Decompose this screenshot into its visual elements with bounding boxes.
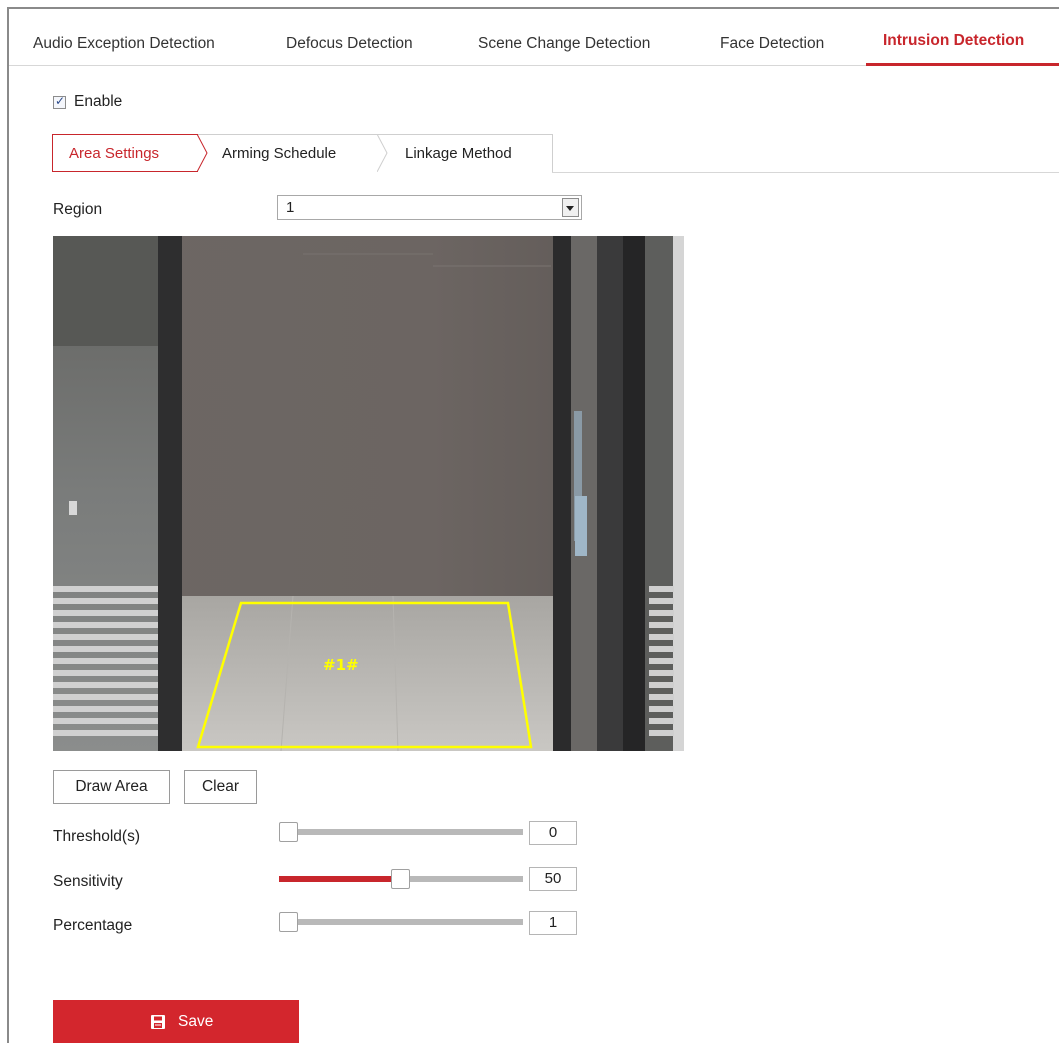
tab-face-detection[interactable]: Face Detection [720, 35, 824, 53]
tab-intrusion-detection[interactable]: Intrusion Detection [883, 32, 1024, 50]
percentage-value-input[interactable]: 1 [529, 911, 577, 935]
video-preview[interactable]: #1# [53, 236, 684, 751]
active-tab-underline [866, 63, 1059, 66]
clear-button[interactable]: Clear [184, 770, 257, 804]
region-dropdown-button[interactable] [562, 198, 579, 217]
threshold-slider-handle[interactable] [279, 822, 298, 842]
draw-area-button[interactable]: Draw Area [53, 770, 170, 804]
chevron-separator-icon [197, 134, 208, 172]
threshold-label: Threshold(s) [53, 828, 140, 845]
main-panel: Audio Exception Detection Defocus Detect… [0, 0, 1059, 1043]
region-select-value: 1 [286, 199, 295, 216]
tab-linkage-method[interactable]: Linkage Method [405, 145, 512, 162]
tab-defocus-detection[interactable]: Defocus Detection [286, 35, 413, 53]
threshold-value-input[interactable]: 0 [529, 821, 577, 845]
chevron-separator-icon [377, 134, 388, 172]
percentage-label: Percentage [53, 917, 133, 934]
floppy-disk-icon [151, 1015, 165, 1029]
percentage-slider-handle[interactable] [279, 912, 298, 932]
percentage-slider[interactable] [279, 912, 523, 932]
region-id-label: #1# [323, 656, 359, 674]
sub-tab-baseline [552, 172, 1059, 173]
enable-label: Enable [74, 93, 123, 110]
camera-scene: #1# [53, 236, 684, 751]
frame-border-left [7, 7, 9, 1043]
save-button[interactable]: Save [53, 1000, 299, 1043]
sub-tab-bar: Area Settings Arming Schedule Linkage Me… [52, 134, 1059, 173]
save-label: Save [178, 1013, 214, 1030]
sensitivity-slider-fill [279, 876, 401, 882]
check-icon: ✓ [55, 93, 66, 108]
region-label: Region [53, 201, 103, 218]
sensitivity-label: Sensitivity [53, 873, 123, 890]
chevron-down-icon [566, 206, 574, 211]
enable-row: ✓ Enable [53, 92, 122, 112]
threshold-slider[interactable] [279, 822, 523, 842]
top-tab-bar: Audio Exception Detection Defocus Detect… [9, 9, 1059, 66]
sensitivity-value-input[interactable]: 50 [529, 867, 577, 891]
sensitivity-slider[interactable] [279, 869, 523, 889]
tab-audio-exception-detection[interactable]: Audio Exception Detection [33, 35, 215, 53]
tab-arming-schedule[interactable]: Arming Schedule [222, 145, 336, 162]
sensitivity-slider-handle[interactable] [391, 869, 410, 889]
tab-area-settings[interactable]: Area Settings [69, 145, 159, 162]
enable-checkbox[interactable]: ✓ [53, 93, 66, 109]
region-select[interactable]: 1 [277, 195, 582, 220]
tab-scene-change-detection[interactable]: Scene Change Detection [478, 35, 650, 53]
